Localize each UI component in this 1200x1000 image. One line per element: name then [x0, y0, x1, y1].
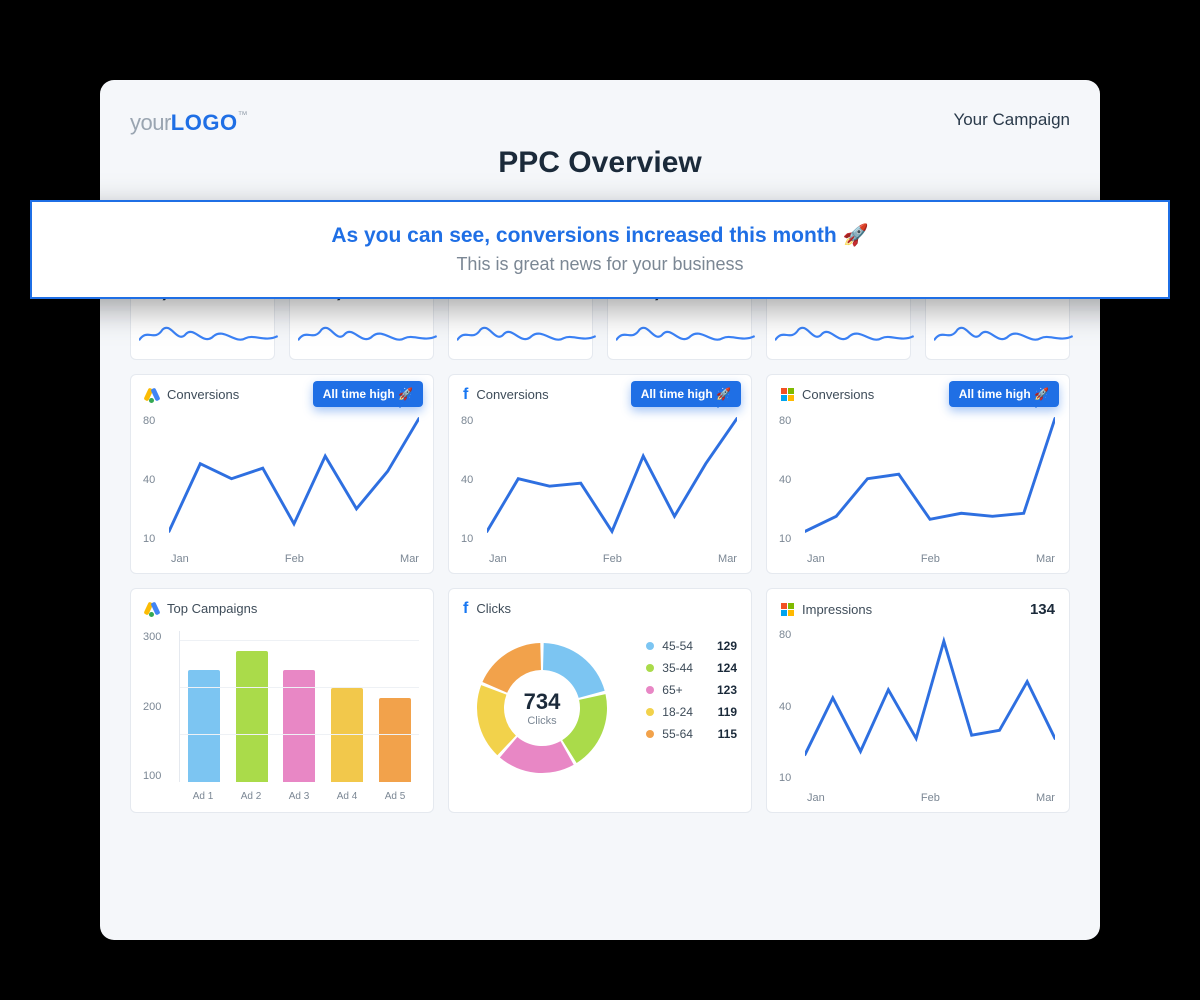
sparkline [298, 319, 437, 351]
page-title: PPC Overview [130, 146, 1070, 180]
logo-pre: your [130, 110, 171, 135]
legend-value: 129 [701, 639, 737, 653]
bar-y-axis: 300 200 100 [143, 631, 161, 782]
legend-value: 124 [701, 661, 737, 675]
bar-label: Ad 3 [289, 791, 310, 802]
all-time-high-badge: All time high 🚀 [631, 381, 741, 407]
impressions-card: Impressions 134 80 40 10 Jan Feb Mar [766, 588, 1070, 813]
conversions-chart [169, 411, 419, 546]
all-time-high-badge: All time high 🚀 [313, 381, 423, 407]
ytick: 100 [143, 770, 161, 782]
donut-value: 734 [524, 689, 561, 715]
logo: yourLOGO™ [130, 110, 248, 136]
bar-chart [179, 631, 419, 782]
microsoft-icon [781, 603, 794, 616]
legend-dot [646, 642, 654, 650]
conversions-card: fConversions All time high 🚀 804010 JanF… [448, 374, 752, 574]
bar-x-axis: Ad 1 Ad 2 Ad 3 Ad 4 Ad 5 [179, 791, 419, 802]
bar [236, 651, 268, 782]
x-axis: JanFebMar [489, 553, 737, 565]
xtick: Feb [921, 792, 940, 804]
logo-tm: ™ [238, 110, 248, 121]
conversions-card: Conversions All time high 🚀 804010 JanFe… [766, 374, 1070, 574]
legend-dot [646, 686, 654, 694]
clicks-donut-title: Clicks [476, 601, 511, 616]
impressions-header: Impressions 134 [781, 601, 1055, 618]
impressions-value: 134 [1030, 601, 1055, 618]
legend-dot [646, 708, 654, 716]
legend-value: 123 [701, 683, 737, 697]
sparkline [457, 319, 596, 351]
ytick: 80 [779, 629, 791, 641]
bar [379, 698, 411, 782]
x-axis: JanFebMar [807, 553, 1055, 565]
bar-label: Ad 5 [385, 791, 406, 802]
header: yourLOGO™ Your Campaign [130, 110, 1070, 136]
top-campaigns-title: Top Campaigns [167, 601, 257, 616]
legend-name: 18-24 [662, 705, 693, 719]
legend-row: 55-64 115 [646, 727, 737, 741]
google-ads-icon [145, 388, 159, 402]
ytick: 300 [143, 631, 161, 643]
sparkline [616, 319, 755, 351]
donut-label: Clicks [527, 715, 556, 727]
legend-row: 35-44 124 [646, 661, 737, 675]
conversions-chart [805, 411, 1055, 546]
legend-dot [646, 664, 654, 672]
callout-title: As you can see, conversions increased th… [52, 224, 1148, 248]
callout-banner: As you can see, conversions increased th… [30, 200, 1170, 299]
conversions-card: Conversions All time high 🚀 804010 JanFe… [130, 374, 434, 574]
top-campaigns-card: Top Campaigns 300 200 100 Ad 1Ad 2Ad 3Ad… [130, 588, 434, 813]
legend-row: 65+ 123 [646, 683, 737, 697]
facebook-icon: f [463, 388, 468, 402]
impressions-chart [805, 625, 1055, 771]
all-time-high-badge: All time high 🚀 [949, 381, 1059, 407]
legend-dot [646, 730, 654, 738]
sparkline [934, 319, 1073, 351]
google-ads-icon [145, 602, 159, 616]
ytick: 200 [143, 701, 161, 713]
conversions-chart [487, 411, 737, 546]
sparkline [775, 319, 914, 351]
bar [331, 688, 363, 782]
y-axis: 804010 [461, 415, 473, 545]
xtick: Jan [807, 792, 825, 804]
clicks-donut-card: f Clicks 734 Clicks 45-54 129 35-44 124 65+ 1… [448, 588, 752, 813]
y-axis: 804010 [779, 415, 791, 545]
clicks-donut-header: f Clicks [463, 601, 737, 616]
microsoft-icon [781, 388, 794, 401]
ytick: 10 [779, 772, 791, 784]
conversions-row: Conversions All time high 🚀 804010 JanFe… [130, 374, 1070, 574]
donut-legend: 45-54 129 35-44 124 65+ 123 18-24 119 55-64 115 [646, 639, 737, 749]
y-axis: 804010 [143, 415, 155, 545]
legend-name: 35-44 [662, 661, 693, 675]
xtick: Mar [1036, 792, 1055, 804]
legend-name: 45-54 [662, 639, 693, 653]
bottom-row: Top Campaigns 300 200 100 Ad 1Ad 2Ad 3Ad… [130, 588, 1070, 813]
donut-center: 734 Clicks [467, 633, 617, 783]
impressions-title: Impressions [802, 602, 872, 617]
impressions-y-axis: 80 40 10 [779, 629, 791, 784]
callout-subtitle: This is great news for your business [52, 254, 1148, 275]
legend-name: 65+ [662, 683, 682, 697]
top-campaigns-header: Top Campaigns [145, 601, 419, 616]
campaign-label: Your Campaign [953, 110, 1070, 130]
legend-value: 119 [702, 705, 737, 719]
bar-label: Ad 2 [241, 791, 262, 802]
legend-row: 18-24 119 [646, 705, 737, 719]
sparkline [139, 319, 278, 351]
ytick: 40 [779, 701, 791, 713]
logo-bold: LOGO [171, 110, 238, 135]
legend-name: 55-64 [662, 727, 693, 741]
bar-label: Ad 1 [193, 791, 214, 802]
legend-value: 115 [702, 727, 737, 741]
legend-row: 45-54 129 [646, 639, 737, 653]
facebook-icon: f [463, 602, 468, 616]
impressions-x-axis: Jan Feb Mar [807, 792, 1055, 804]
donut-chart: 734 Clicks [467, 633, 617, 783]
x-axis: JanFebMar [171, 553, 419, 565]
bar-label: Ad 4 [337, 791, 358, 802]
